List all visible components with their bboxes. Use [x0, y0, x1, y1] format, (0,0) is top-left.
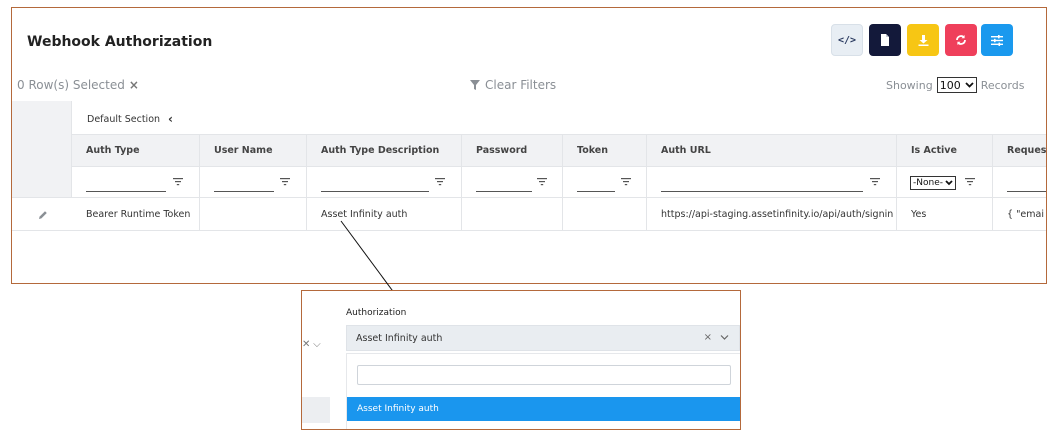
filter-cell-user-name: [200, 167, 307, 197]
column-header-password[interactable]: Password: [462, 135, 563, 166]
chevron-left-icon: ‹: [168, 112, 173, 126]
cell-auth-type-description: Asset Infinity auth: [307, 198, 462, 230]
filter-cell-auth-type-description: [307, 167, 462, 197]
dropdown-option[interactable]: Asset Infinity auth: [347, 397, 740, 421]
download-button[interactable]: [907, 24, 939, 56]
filter-cell-is-active: -None-: [897, 167, 993, 197]
column-header-user-name[interactable]: User Name: [200, 135, 307, 166]
selected-count: 0 Row(s) Selected: [17, 78, 125, 92]
clear-filters-label: Clear Filters: [485, 78, 557, 92]
page-size-value: 100: [939, 78, 961, 92]
records-label: Records: [980, 78, 1025, 92]
document-icon: [881, 34, 889, 46]
cell-password: [462, 198, 563, 230]
filter-lines-icon[interactable]: [965, 177, 975, 186]
clear-filters-button[interactable]: Clear Filters: [470, 78, 556, 92]
cell-auth-url: https://api-staging.assetinfinity.io/api…: [647, 198, 897, 230]
filter-cell-token: [563, 167, 647, 197]
cell-auth-type: Bearer Runtime Token: [72, 198, 200, 230]
section-label: Default Section: [87, 113, 161, 125]
token-filter-input[interactable]: [577, 179, 615, 192]
adjacent-field-fragment: [302, 397, 330, 423]
clear-icon[interactable]: ×: [704, 332, 712, 343]
auth-type-description-filter-input[interactable]: [321, 179, 429, 192]
dropdown-search-input[interactable]: [357, 365, 731, 385]
download-icon: [918, 34, 928, 46]
cell-is-active: Yes: [897, 198, 993, 230]
column-header-token[interactable]: Token: [563, 135, 647, 166]
cell-request: { "emai: [1007, 208, 1044, 220]
authorization-label: Authorization: [346, 308, 407, 318]
column-header-row: Auth Type User Name Auth Type Descriptio…: [72, 135, 1046, 167]
filter-cell-auth-url: [647, 167, 897, 197]
code-icon: </>: [837, 34, 857, 46]
clear-selection-button[interactable]: ×: [129, 78, 139, 92]
filter-lines-icon[interactable]: [621, 177, 631, 186]
filter-cell-request: [993, 167, 1046, 197]
refresh-icon: [956, 35, 966, 45]
authorization-selected-value: Asset Infinity auth: [356, 332, 443, 344]
refresh-button[interactable]: [945, 24, 977, 56]
is-active-filter-value: -None-: [913, 178, 943, 188]
page-title: Webhook Authorization: [27, 34, 213, 50]
column-header-auth-type[interactable]: Auth Type: [72, 135, 200, 166]
webhook-authorization-panel: Webhook Authorization </> 0 Row(s) Selec…: [11, 7, 1047, 284]
filter-lines-icon[interactable]: [173, 177, 183, 186]
chevron-down-icon: [965, 82, 974, 88]
section-header: Default Section ‹: [12, 101, 1046, 135]
sliders-icon: [991, 34, 1003, 46]
code-view-button[interactable]: </>: [831, 24, 863, 56]
authorization-select[interactable]: Asset Infinity auth ×: [346, 325, 740, 351]
chevron-down-icon[interactable]: [720, 332, 729, 342]
page-size-control: Showing 100 Records: [886, 77, 1024, 93]
table-row[interactable]: Bearer Runtime Token Asset Infinity auth…: [12, 198, 1046, 231]
chevron-down-icon: ✕ ⌵: [302, 339, 321, 350]
column-header-auth-url[interactable]: Auth URL: [647, 135, 897, 166]
row-selection-status: 0 Row(s) Selected ×: [17, 78, 139, 92]
filter-lines-icon[interactable]: [537, 177, 547, 186]
is-active-filter-select[interactable]: -None-: [910, 176, 956, 190]
cell-user-name: [200, 198, 307, 230]
user-name-filter-input[interactable]: [214, 179, 274, 192]
authorization-dropdown: Asset Infinity auth: [346, 353, 740, 429]
showing-label: Showing: [886, 78, 933, 92]
chevron-down-icon: [945, 180, 953, 186]
cell-token: [563, 198, 647, 230]
filter-lines-icon[interactable]: [435, 177, 445, 186]
column-header-is-active[interactable]: Is Active: [897, 135, 993, 166]
column-settings-button[interactable]: [981, 24, 1013, 56]
filter-cell-password: [462, 167, 563, 197]
section-toggle[interactable]: Default Section ‹: [87, 112, 173, 126]
auth-type-filter-input[interactable]: [86, 179, 166, 192]
column-header-auth-type-description[interactable]: Auth Type Description: [307, 135, 462, 166]
auth-url-filter-input[interactable]: [661, 179, 863, 192]
filter-cell-auth-type: [72, 167, 200, 197]
page-size-select[interactable]: 100: [936, 77, 977, 93]
filter-icon: [470, 80, 480, 90]
filter-lines-icon[interactable]: [870, 177, 880, 186]
column-filter-row: -None-: [12, 167, 1046, 198]
password-filter-input[interactable]: [476, 179, 532, 192]
request-filter-input[interactable]: [1007, 179, 1046, 192]
column-header-request[interactable]: Reques: [993, 135, 1046, 166]
pencil-icon[interactable]: [38, 210, 48, 220]
authorization-zoom-callout: ✕ ⌵ Authorization Asset Infinity auth × …: [301, 290, 741, 430]
filter-lines-icon[interactable]: [280, 177, 290, 186]
export-document-button[interactable]: [869, 24, 901, 56]
